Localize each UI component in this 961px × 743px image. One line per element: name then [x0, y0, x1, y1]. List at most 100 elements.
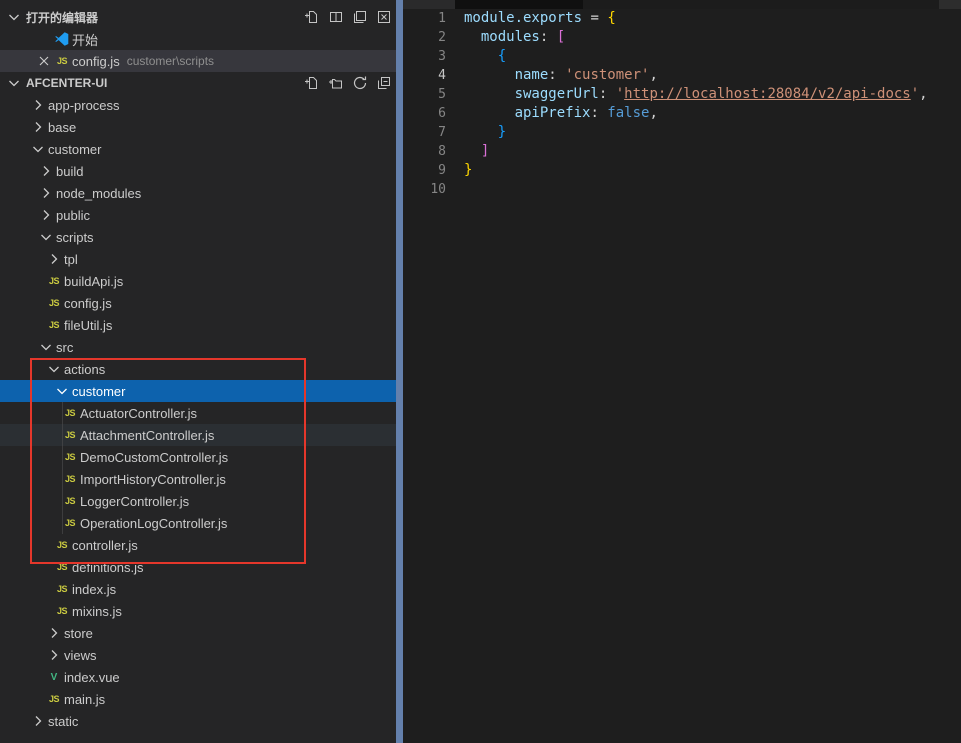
chevron-right-icon: [30, 713, 46, 729]
line-number: 4: [403, 66, 446, 85]
tab-bar-spacer: [403, 0, 455, 9]
open-editor-detail: customer\scripts: [127, 54, 214, 68]
tab-bar-empty: [583, 0, 939, 9]
tree-item[interactable]: JSDemoCustomController.js: [0, 446, 403, 468]
chevron-down-icon: [6, 75, 22, 91]
tree-item-label: node_modules: [56, 186, 141, 201]
tree-item[interactable]: public: [0, 204, 403, 226]
editor-tab-bar[interactable]: [403, 0, 961, 9]
tree-item[interactable]: static: [0, 710, 403, 732]
new-folder-icon[interactable]: [325, 73, 347, 93]
close-slot: [36, 31, 52, 47]
open-editors-header[interactable]: 打开的编辑器: [0, 6, 403, 28]
collapse-folders-icon[interactable]: [373, 73, 395, 93]
tree-item-label: customer: [72, 384, 125, 399]
tree-item[interactable]: JSActuatorController.js: [0, 402, 403, 424]
url-link[interactable]: http://localhost:28084/v2/api-docs: [624, 86, 911, 102]
tree-item-label: index.vue: [64, 670, 120, 685]
editor-tab[interactable]: [455, 0, 583, 9]
js-file-icon: JS: [62, 515, 78, 531]
code-line[interactable]: }: [464, 123, 928, 142]
tree-item[interactable]: tpl: [0, 248, 403, 270]
code-token: :: [590, 105, 607, 121]
tree-item[interactable]: src: [0, 336, 403, 358]
refresh-explorer-icon[interactable]: [349, 73, 371, 93]
code-token: name: [464, 67, 548, 83]
tree-item[interactable]: scripts: [0, 226, 403, 248]
js-file-icon: JS: [62, 405, 78, 421]
tree-item[interactable]: JSindex.js: [0, 578, 403, 600]
tree-item[interactable]: JScontroller.js: [0, 534, 403, 556]
tree-item[interactable]: views: [0, 644, 403, 666]
js-file-icon: JS: [62, 493, 78, 509]
code-line[interactable]: module.exports = {: [464, 9, 928, 28]
tree-item[interactable]: JSdefinitions.js: [0, 556, 403, 578]
tree-item[interactable]: JSmixins.js: [0, 600, 403, 622]
open-editor-item[interactable]: 开始: [0, 28, 403, 50]
tree-item[interactable]: JSfileUtil.js: [0, 314, 403, 336]
tree-item[interactable]: Vindex.vue: [0, 666, 403, 688]
vue-file-icon: V: [46, 669, 62, 685]
line-number: 9: [403, 161, 446, 180]
code-token: }: [464, 124, 506, 140]
close-all-editors-icon[interactable]: [373, 7, 395, 27]
code-token: apiPrefix: [464, 105, 590, 121]
tree-item-label: main.js: [64, 692, 105, 707]
tree-item[interactable]: JSconfig.js: [0, 292, 403, 314]
tree-item[interactable]: JSOperationLogController.js: [0, 512, 403, 534]
save-all-icon[interactable]: [349, 7, 371, 27]
tree-item[interactable]: JSImportHistoryController.js: [0, 468, 403, 490]
split-editor-icon[interactable]: [325, 7, 347, 27]
explorer-root-header[interactable]: AFCENTER-UI: [0, 72, 403, 94]
tree-item[interactable]: store: [0, 622, 403, 644]
code-line[interactable]: swaggerUrl: 'http://localhost:28084/v2/a…: [464, 85, 928, 104]
explorer-root-title: AFCENTER-UI: [26, 76, 107, 90]
line-number: 6: [403, 104, 446, 123]
code-line[interactable]: modules: [: [464, 28, 928, 47]
js-file-icon: JS: [54, 581, 70, 597]
tree-item[interactable]: JSAttachmentController.js: [0, 424, 403, 446]
sidebar-resize-sash[interactable]: [396, 0, 403, 743]
close-icon[interactable]: [36, 53, 52, 69]
tree-item[interactable]: JSmain.js: [0, 688, 403, 710]
chevron-right-icon: [38, 207, 54, 223]
chevron-right-icon: [46, 251, 62, 267]
chevron-down-icon: [46, 361, 62, 377]
chevron-down-icon: [30, 141, 46, 157]
js-file-icon: JS: [46, 273, 62, 289]
tree-item-label: index.js: [72, 582, 116, 597]
tree-item-label: controller.js: [72, 538, 138, 553]
tree-item-label: AttachmentController.js: [80, 428, 214, 443]
tree-item[interactable]: base: [0, 116, 403, 138]
code-line[interactable]: [464, 180, 928, 199]
tree-item[interactable]: JSbuildApi.js: [0, 270, 403, 292]
tree-item[interactable]: JSLoggerController.js: [0, 490, 403, 512]
line-number: 2: [403, 28, 446, 47]
tree-item-label: buildApi.js: [64, 274, 123, 289]
code-line[interactable]: name: 'customer',: [464, 66, 928, 85]
tree-item[interactable]: app-process: [0, 94, 403, 116]
tree-item-label: OperationLogController.js: [80, 516, 227, 531]
new-file-icon[interactable]: [301, 73, 323, 93]
code-line[interactable]: {: [464, 47, 928, 66]
code-token: :: [540, 29, 557, 45]
new-untitled-file-icon[interactable]: [301, 7, 323, 27]
tree-item-label: fileUtil.js: [64, 318, 112, 333]
code-token: module.exports: [464, 10, 582, 26]
tree-item[interactable]: customer: [0, 138, 403, 160]
chevron-right-icon: [46, 647, 62, 663]
tree-item-label: customer: [48, 142, 101, 157]
tree-item[interactable]: build: [0, 160, 403, 182]
open-editor-item[interactable]: JSconfig.jscustomer\scripts: [0, 50, 403, 72]
code-line[interactable]: }: [464, 161, 928, 180]
code-token: swaggerUrl: [464, 86, 599, 102]
code-line[interactable]: apiPrefix: false,: [464, 104, 928, 123]
code-editor[interactable]: 12345678910 module.exports = { modules: …: [403, 9, 961, 199]
chevron-right-icon: [38, 185, 54, 201]
tree-item[interactable]: customer: [0, 380, 403, 402]
code-line[interactable]: ]: [464, 142, 928, 161]
chevron-down-icon: [38, 339, 54, 355]
tree-item[interactable]: node_modules: [0, 182, 403, 204]
tree-item-label: src: [56, 340, 73, 355]
tree-item[interactable]: actions: [0, 358, 403, 380]
